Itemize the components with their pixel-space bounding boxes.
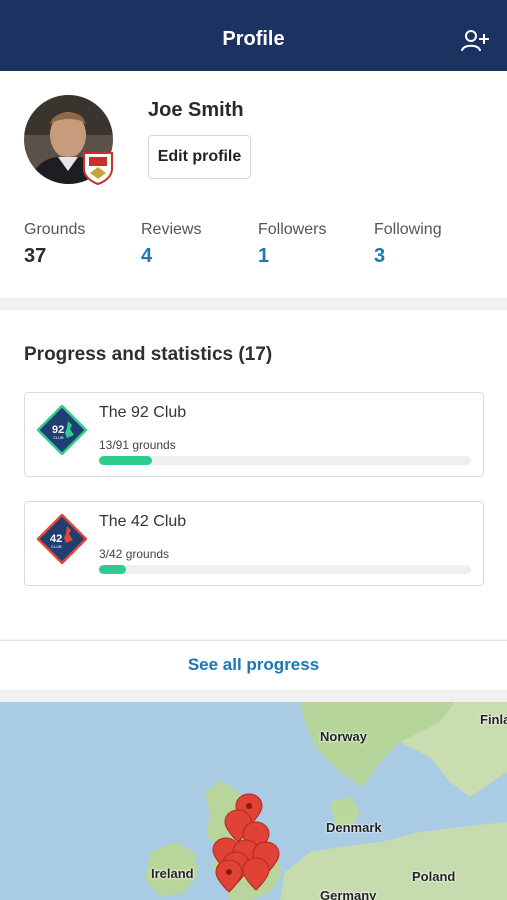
progress-fill (99, 565, 126, 574)
stat-reviews[interactable]: Reviews 4 (141, 221, 201, 268)
stat-value: 37 (24, 245, 47, 267)
stat-value: 4 (141, 245, 153, 267)
profile-card: Joe Smith Edit profile Grounds 37 Review… (0, 71, 507, 298)
grounds-map[interactable]: Norway Denmark Ireland Poland Germany Fi… (0, 702, 507, 900)
add-user-icon[interactable] (461, 29, 489, 53)
progress-track (99, 456, 471, 465)
progress-track (99, 565, 471, 574)
stat-label: Grounds (24, 221, 86, 238)
grounds-count: 3/42 grounds (99, 547, 170, 561)
club-name: The 92 Club (99, 404, 187, 421)
progress-title: Progress and statistics (17) (24, 344, 273, 365)
club-card-92[interactable]: 92 CLUB The 92 Club 13/91 grounds (24, 392, 484, 477)
stat-label: Followers (258, 221, 327, 238)
page-title: Profile (222, 28, 285, 50)
stat-label: Reviews (141, 221, 202, 238)
club-name: The 42 Club (99, 513, 187, 530)
see-all-progress-link[interactable]: See all progress (0, 655, 507, 675)
92-club-badge-icon: 92 CLUB (37, 405, 87, 455)
edit-profile-button[interactable]: Edit profile (148, 135, 251, 179)
top-app-bar: Profile (0, 0, 507, 71)
progress-fill (99, 456, 153, 465)
stat-label: Following (374, 221, 442, 238)
42-club-badge-icon: 42 CLUB (37, 514, 87, 564)
svg-text:CLUB: CLUB (51, 544, 62, 549)
see-all-bar: See all progress (0, 640, 507, 690)
svg-text:CLUB: CLUB (53, 435, 64, 440)
map-pin (242, 857, 270, 891)
progress-section: Progress and statistics (17) 92 CLUB The… (0, 310, 507, 639)
map-pin (215, 859, 243, 893)
club-crest-icon (83, 152, 113, 185)
stat-value: 3 (374, 245, 386, 267)
stat-value: 1 (258, 245, 270, 267)
profile-name: Joe Smith (148, 99, 244, 121)
map-pins (212, 793, 280, 893)
stat-followers[interactable]: Followers 1 (258, 221, 326, 268)
club-card-42[interactable]: 42 CLUB The 42 Club 3/42 grounds (24, 501, 484, 586)
grounds-count: 13/91 grounds (99, 438, 176, 452)
stat-grounds[interactable]: Grounds 37 (24, 221, 85, 268)
stat-following[interactable]: Following 3 (374, 221, 442, 268)
